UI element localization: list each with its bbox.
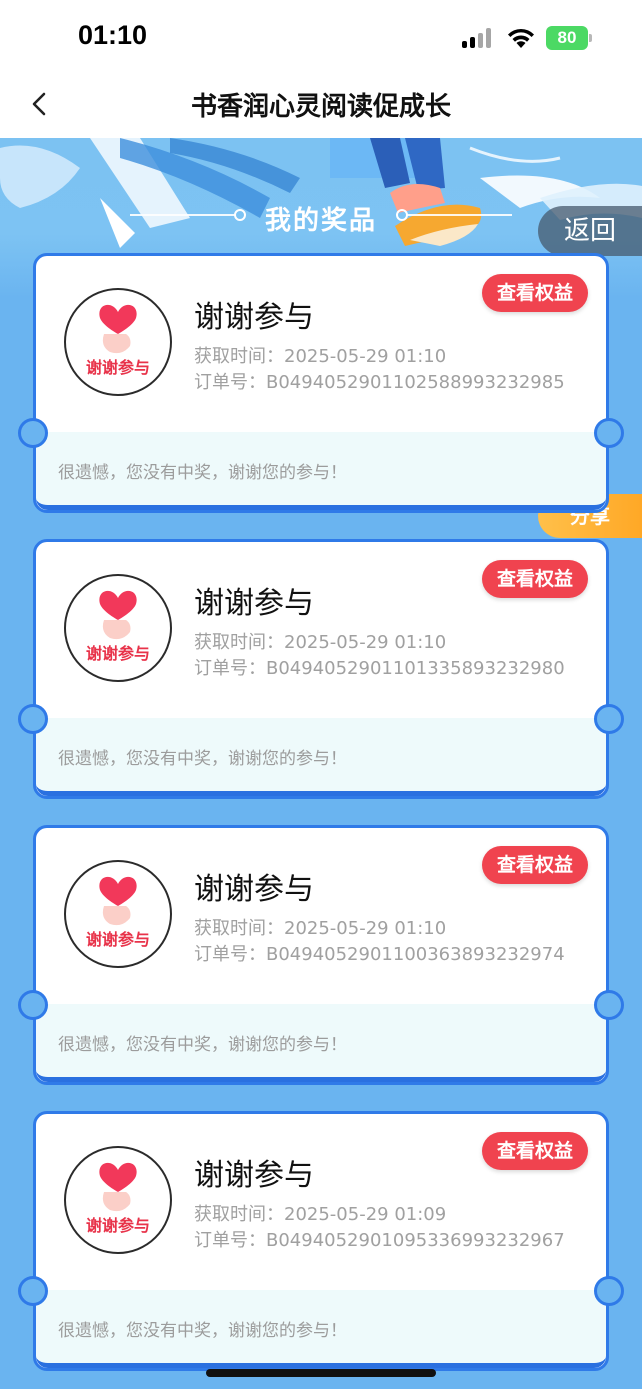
no-prize-message: 很遗憾，您没有中奖，谢谢您的参与！ [58, 1035, 347, 1055]
order-number: 订单号：B0494052901102588993232985 [194, 372, 565, 393]
nav-bar: 书香润心灵阅读促成长 [0, 72, 642, 138]
prize-image-label: 谢谢参与 [85, 644, 150, 663]
obtain-time: 获取时间：2025-05-29 01:09 [194, 1204, 447, 1225]
prize-name: 谢谢参与 [194, 1158, 314, 1193]
prize-image-label: 谢谢参与 [85, 358, 150, 377]
prize-image: 谢谢参与 [64, 860, 172, 968]
prize-image-label: 谢谢参与 [85, 930, 150, 949]
order-number: 订单号：B0494052901101335893232980 [194, 658, 565, 679]
prize-image-label: 谢谢参与 [85, 1216, 150, 1235]
prize-name: 谢谢参与 [194, 872, 314, 907]
view-benefits-button[interactable]: 查看权益 [482, 1132, 588, 1170]
no-prize-message: 很遗憾，您没有中奖，谢谢您的参与！ [58, 749, 347, 769]
status-time: 01:10 [78, 20, 148, 50]
heart-hand-icon [99, 1162, 137, 1212]
battery-icon: 80 [546, 26, 594, 50]
prize-card: 很遗憾，您没有中奖，谢谢您的参与！ 谢谢参与 谢谢参与 获取时间：2025-05… [18, 253, 624, 513]
status-bar: 01:10 80 [0, 0, 642, 72]
prize-image: 谢谢参与 [64, 574, 172, 682]
view-benefits-button[interactable]: 查看权益 [482, 274, 588, 312]
battery-level: 80 [546, 26, 588, 50]
prize-image: 谢谢参与 [64, 1146, 172, 1254]
no-prize-message: 很遗憾，您没有中奖，谢谢您的参与！ [58, 463, 347, 483]
obtain-time: 获取时间：2025-05-29 01:10 [194, 918, 447, 939]
order-number: 订单号：B0494052901095336993232967 [194, 1230, 565, 1251]
card-footer: 很遗憾，您没有中奖，谢谢您的参与！ [36, 718, 606, 796]
view-benefits-button[interactable]: 查看权益 [482, 560, 588, 598]
heart-hand-icon [99, 304, 137, 354]
prize-card: 很遗憾，您没有中奖，谢谢您的参与！ 谢谢参与 谢谢参与 获取时间：2025-05… [18, 825, 624, 1085]
card-footer: 很遗憾，您没有中奖，谢谢您的参与！ [36, 1004, 606, 1082]
view-benefits-button[interactable]: 查看权益 [482, 846, 588, 884]
prize-name: 谢谢参与 [194, 300, 314, 335]
page-title: 书香润心灵阅读促成长 [190, 92, 451, 122]
no-prize-message: 很遗憾，您没有中奖，谢谢您的参与！ [58, 1321, 347, 1341]
card-footer: 很遗憾，您没有中奖，谢谢您的参与！ [36, 432, 606, 510]
prize-card: 很遗憾，您没有中奖，谢谢您的参与！ 谢谢参与 谢谢参与 获取时间：2025-05… [18, 1111, 624, 1371]
prize-name: 谢谢参与 [194, 586, 314, 621]
home-indicator[interactable] [206, 1369, 436, 1377]
heart-hand-icon [99, 590, 137, 640]
return-button[interactable]: 返回 [538, 206, 642, 256]
order-number: 订单号：B0494052901100363893232974 [194, 944, 565, 965]
prize-card: 很遗憾，您没有中奖，谢谢您的参与！ 谢谢参与 谢谢参与 获取时间：2025-05… [18, 539, 624, 799]
wifi-icon [505, 24, 537, 50]
prize-image: 谢谢参与 [64, 288, 172, 396]
cellular-signal-icon [462, 28, 494, 48]
card-footer: 很遗憾，您没有中奖，谢谢您的参与！ [36, 1290, 606, 1368]
obtain-time: 获取时间：2025-05-29 01:10 [194, 632, 447, 653]
heart-hand-icon [99, 876, 137, 926]
obtain-time: 获取时间：2025-05-29 01:10 [194, 346, 447, 367]
